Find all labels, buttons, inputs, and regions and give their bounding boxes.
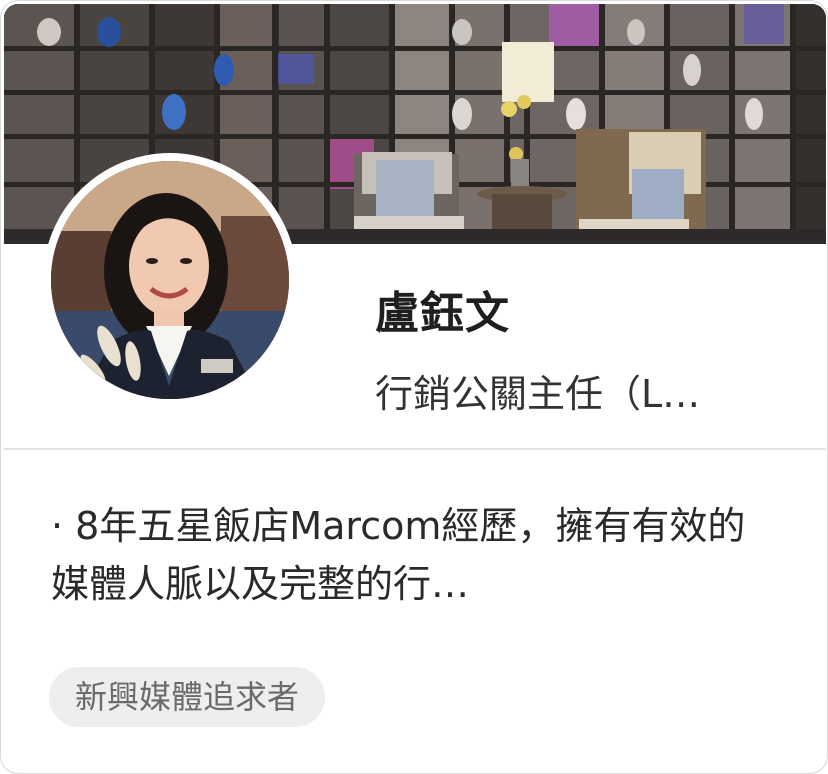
profile-name: 盧鈺文 <box>375 288 510 339</box>
profile-bio: · 8年五星飯店Marcom經歷，擁有有效的媒體人脈以及完整的行… <box>51 504 746 606</box>
avatar[interactable] <box>43 153 297 407</box>
profile-card[interactable]: 盧鈺文 行銷公關主任（L… · 8年五星飯店Marcom經歷，擁有有效的媒體人脈… <box>0 0 828 774</box>
profile-job-title: 行銷公關主任（L… <box>375 372 701 416</box>
profile-photo <box>51 161 289 399</box>
profile-tag[interactable]: 新興媒體追求者 <box>49 667 326 727</box>
divider <box>4 448 826 450</box>
